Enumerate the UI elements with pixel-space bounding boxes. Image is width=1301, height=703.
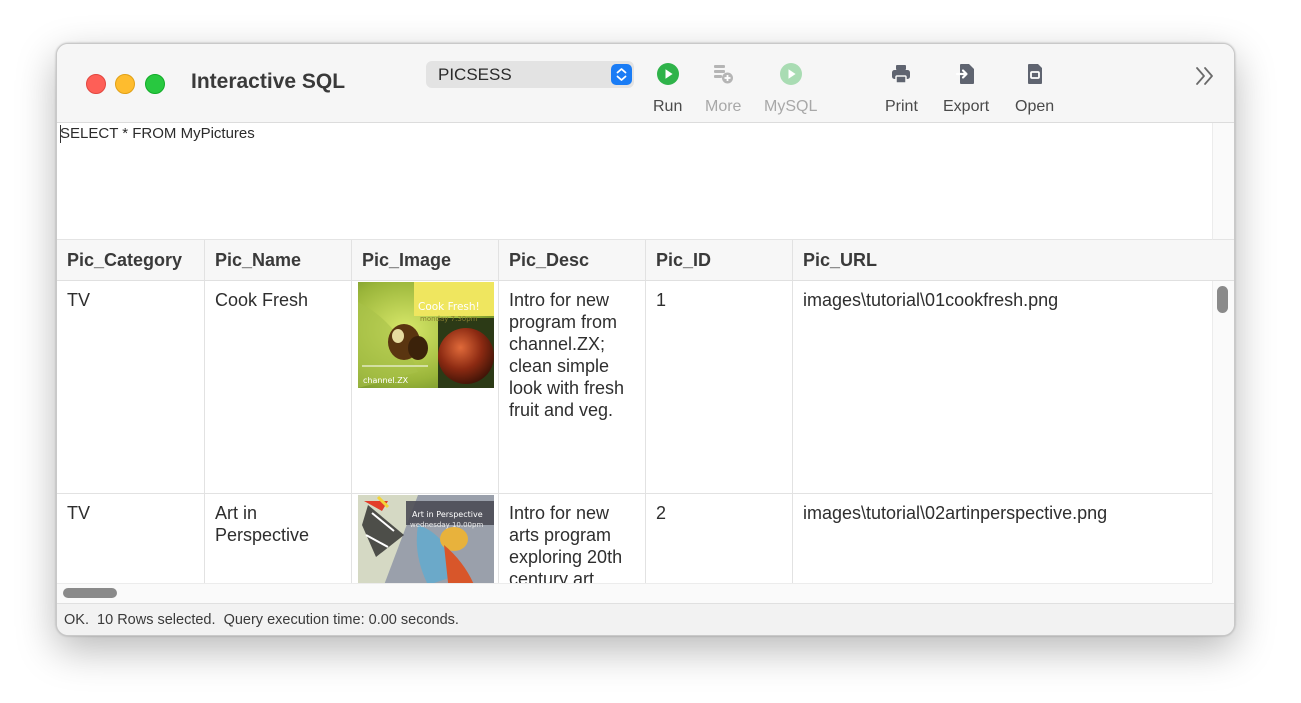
more-button[interactable]: More — [705, 62, 741, 116]
export-button-label: Export — [943, 98, 990, 115]
cook-fresh-thumbnail: Cook Fresh! monday 7.30pm channel.ZX — [358, 282, 494, 388]
mysql-button-label: MySQL — [764, 98, 818, 115]
database-select[interactable]: PICSESS — [426, 61, 634, 88]
play-circle-icon — [656, 63, 679, 85]
print-button[interactable]: Print — [885, 62, 918, 116]
column-header-pic-image[interactable]: Pic_Image — [352, 240, 499, 280]
table-row[interactable]: TV Cook Fresh Cook Fresh! monday 7.30pm … — [57, 281, 1212, 494]
printer-icon — [892, 65, 911, 84]
export-button[interactable]: Export — [943, 62, 989, 116]
cell-pic-category: TV — [57, 494, 205, 583]
cell-pic-url: images\tutorial\02artinperspective.png — [803, 503, 1108, 523]
run-button[interactable]: Run — [653, 62, 682, 116]
mysql-button[interactable]: MySQL — [764, 62, 817, 116]
cell-pic-name: Art in Perspective — [205, 494, 352, 583]
results-grid: Pic_Category Pic_Name Pic_Image Pic_Desc… — [57, 240, 1234, 583]
results-header-row: Pic_Category Pic_Name Pic_Image Pic_Desc… — [57, 240, 1234, 281]
column-header-pic-url[interactable]: Pic_URL — [793, 240, 1212, 280]
open-button[interactable]: Open — [1015, 62, 1054, 116]
play-circle-icon — [779, 63, 802, 85]
add-stack-icon — [714, 65, 734, 84]
maximize-window-button[interactable] — [145, 74, 165, 94]
status-text: OK. 10 Rows selected. Query execution ti… — [64, 612, 459, 628]
cell-pic-url: images\tutorial\01cookfresh.png — [803, 290, 1059, 310]
database-select-value: PICSESS — [438, 65, 512, 84]
editor-scrollbar[interactable] — [1212, 123, 1234, 240]
sql-query-text: SELECT * FROM MyPictures — [60, 125, 255, 142]
run-button-label: Run — [653, 98, 683, 115]
column-header-pic-name[interactable]: Pic_Name — [205, 240, 352, 280]
thumbnail-caption-brand: channel.ZX — [363, 376, 409, 385]
column-header-pic-id[interactable]: Pic_ID — [646, 240, 793, 280]
cell-pic-id: 2 — [646, 494, 793, 583]
sql-editor[interactable]: SELECT * FROM MyPictures — [57, 123, 1212, 240]
chevron-updown-icon — [611, 64, 632, 85]
horizontal-scroll-thumb[interactable] — [63, 588, 117, 598]
thumbnail-caption-subtitle: wednesday 10.00pm — [410, 521, 484, 529]
table-row[interactable]: TV Art in Perspective Art in Perspective… — [57, 494, 1212, 583]
cell-pic-desc: Intro for new program from channel.ZX; c… — [499, 281, 646, 493]
double-chevron-right-icon[interactable] — [1193, 64, 1217, 88]
vertical-scroll-thumb[interactable] — [1217, 286, 1228, 313]
thumbnail-caption-subtitle: monday 7.30pm — [420, 315, 478, 323]
cell-pic-image: Art in Perspective wednesday 10.00pm — [352, 494, 499, 583]
open-icon — [1027, 64, 1042, 84]
open-button-label: Open — [1015, 98, 1055, 115]
minimize-window-button[interactable] — [115, 74, 135, 94]
results-horizontal-scrollbar[interactable] — [57, 583, 1212, 604]
more-button-label: More — [705, 98, 742, 115]
close-window-button[interactable] — [86, 74, 106, 94]
results-vertical-scrollbar[interactable] — [1212, 281, 1234, 583]
cell-pic-category: TV — [57, 281, 205, 493]
cell-pic-name: Cook Fresh — [205, 281, 352, 493]
cell-pic-desc: Intro for new arts program exploring 20t… — [499, 494, 646, 583]
column-header-pic-category[interactable]: Pic_Category — [57, 240, 205, 280]
interactive-sql-window: Interactive SQL PICSESS Run More MySQL P… — [56, 43, 1235, 636]
column-header-pic-desc[interactable]: Pic_Desc — [499, 240, 646, 280]
status-bar: OK. 10 Rows selected. Query execution ti… — [57, 603, 1234, 635]
window-title: Interactive SQL — [191, 70, 346, 93]
title-toolbar: Interactive SQL PICSESS Run More MySQL P… — [57, 44, 1234, 123]
cell-pic-image: Cook Fresh! monday 7.30pm channel.ZX — [352, 281, 499, 493]
cell-pic-id: 1 — [646, 281, 793, 493]
print-button-label: Print — [885, 98, 918, 115]
art-in-perspective-thumbnail: Art in Perspective wednesday 10.00pm — [358, 495, 494, 583]
export-icon — [956, 64, 975, 84]
scroll-corner — [1212, 583, 1234, 603]
